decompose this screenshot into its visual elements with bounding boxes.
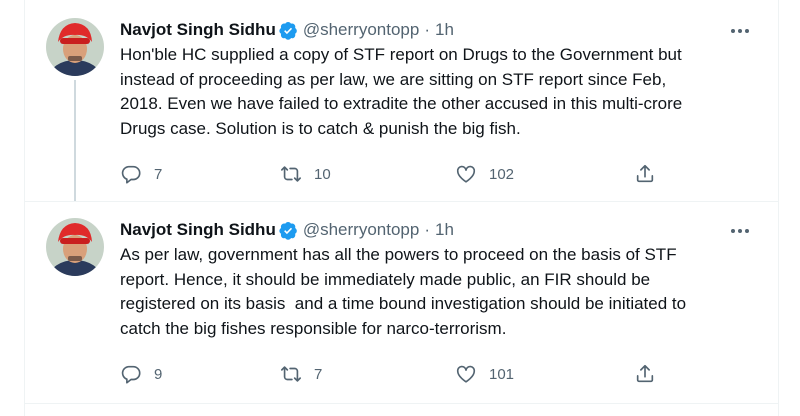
like-count: 101 bbox=[489, 365, 515, 383]
retweet-count: 10 bbox=[314, 165, 331, 183]
reply-button[interactable]: 7 bbox=[120, 161, 162, 187]
tweet-thread: Navjot Singh Sidhu @sherryontopp · 1h Ho… bbox=[0, 0, 800, 416]
tweet-actions: 9 7 101 bbox=[120, 361, 760, 387]
reply-count: 9 bbox=[154, 365, 163, 383]
share-icon bbox=[636, 164, 654, 183]
like-button[interactable]: 102 bbox=[455, 161, 514, 187]
heart-icon bbox=[456, 165, 476, 183]
reply-button[interactable]: 9 bbox=[120, 361, 162, 387]
reply-count: 7 bbox=[154, 165, 163, 183]
author-handle[interactable]: @sherryontopp bbox=[303, 220, 420, 240]
tweet[interactable]: Navjot Singh Sidhu @sherryontopp · 1h As… bbox=[25, 202, 778, 403]
tweet-header: Navjot Singh Sidhu @sherryontopp · 1h bbox=[120, 19, 454, 41]
tweet-divider bbox=[25, 403, 778, 404]
author-handle[interactable]: @sherryontopp bbox=[303, 20, 420, 40]
heart-icon bbox=[456, 365, 476, 383]
tweet[interactable]: Navjot Singh Sidhu @sherryontopp · 1h Ho… bbox=[25, 0, 778, 201]
tweet-actions: 7 10 102 bbox=[120, 161, 760, 187]
share-icon bbox=[636, 364, 654, 383]
more-horizontal-icon[interactable] bbox=[730, 226, 750, 236]
retweet-button[interactable]: 10 bbox=[280, 161, 331, 187]
tweet-header: Navjot Singh Sidhu @sherryontopp · 1h bbox=[120, 219, 454, 241]
share-button[interactable] bbox=[634, 361, 656, 387]
tweet-text: Hon'ble HC supplied a copy of STF report… bbox=[120, 45, 683, 138]
separator-dot: · bbox=[424, 220, 431, 239]
like-count: 102 bbox=[489, 165, 515, 183]
separator-dot: · bbox=[424, 20, 431, 39]
more-horizontal-icon[interactable] bbox=[730, 26, 750, 36]
reply-icon bbox=[121, 165, 141, 184]
avatar[interactable] bbox=[46, 18, 104, 76]
like-button[interactable]: 101 bbox=[455, 361, 514, 387]
reply-icon bbox=[121, 365, 141, 384]
thread-connector-line bbox=[74, 80, 76, 201]
retweet-count: 7 bbox=[314, 365, 323, 383]
retweet-button[interactable]: 7 bbox=[280, 361, 322, 387]
retweet-icon bbox=[281, 166, 301, 182]
tweet-text: As per law, government has all the power… bbox=[120, 245, 687, 338]
timestamp[interactable]: 1h bbox=[435, 220, 454, 240]
author-name[interactable]: Navjot Singh Sidhu bbox=[120, 20, 276, 40]
retweet-icon bbox=[281, 366, 301, 382]
verified-badge-icon bbox=[279, 221, 297, 240]
share-button[interactable] bbox=[634, 161, 656, 187]
author-name[interactable]: Navjot Singh Sidhu bbox=[120, 220, 276, 240]
avatar[interactable] bbox=[46, 218, 104, 276]
verified-badge-icon bbox=[279, 21, 297, 40]
timestamp[interactable]: 1h bbox=[435, 20, 454, 40]
column-border-right bbox=[778, 0, 779, 416]
